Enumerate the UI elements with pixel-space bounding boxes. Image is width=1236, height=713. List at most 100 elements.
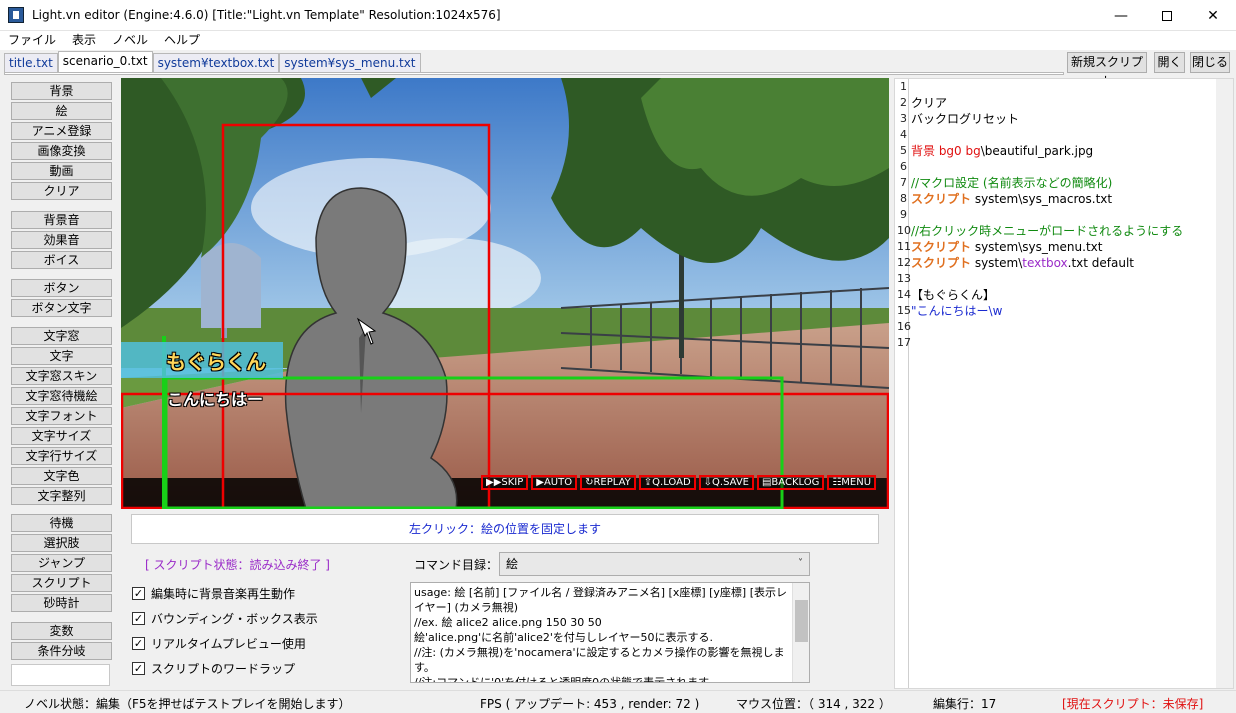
cmd-button-text[interactable]: ボタン文字 — [11, 299, 112, 317]
script-status: [ スクリプト状態：読み込み終了 ] — [145, 558, 330, 572]
code-keyword: 背景 bg0 bg — [911, 144, 981, 158]
cmd-picture[interactable]: 絵 — [11, 102, 112, 120]
cmd-video[interactable]: 動画 — [11, 162, 112, 180]
title-bar: Light.vn editor (Engine:4.6.0) [Title:"L… — [0, 0, 1236, 31]
cmd-voice[interactable]: ボイス — [11, 251, 112, 269]
usage-line: 絵'alice.png'に名前'alice2'を付与しレイヤー50に表示する. — [414, 631, 714, 644]
menu-help[interactable]: ヘルプ — [156, 31, 208, 50]
tab-title[interactable]: title.txt — [4, 53, 58, 73]
usage-scrollbar[interactable] — [792, 583, 809, 682]
cmd-textwindow-skin[interactable]: 文字窓スキン — [11, 367, 112, 385]
checkbox-label: 編集時に背景音楽再生動作 — [151, 587, 296, 601]
cmd-conditional[interactable]: 条件分岐 — [11, 642, 112, 660]
maximize-icon — [1162, 10, 1172, 21]
game-control-bar: ▶▶SKIP ▶AUTO ↻REPLAY ⇪Q.LOAD ⇩Q.SAVE ▤BA… — [481, 475, 877, 490]
close-script-button[interactable]: 閉じる — [1190, 52, 1230, 73]
new-script-button[interactable]: 新規スクリプト — [1067, 52, 1147, 88]
cmd-image-convert[interactable]: 画像変換 — [11, 142, 112, 160]
menu-file[interactable]: ファイル — [0, 31, 64, 50]
cmd-hourglass[interactable]: 砂時計 — [11, 594, 112, 612]
tab-system-textbox[interactable]: system¥textbox.txt — [152, 53, 280, 73]
menu-view[interactable]: 表示 — [64, 31, 104, 50]
line-number: 11 — [897, 240, 911, 253]
window-title: Light.vn editor (Engine:4.6.0) [Title:"L… — [32, 8, 501, 22]
maximize-button[interactable] — [1144, 0, 1190, 31]
usage-line: //ex. 絵 alice2 alice.png 150 30 50 — [414, 616, 602, 629]
cmd-variable[interactable]: 変数 — [11, 622, 112, 640]
command-list-select[interactable]: 絵 ˅ — [499, 552, 810, 576]
cmd-jump[interactable]: ジャンプ — [11, 554, 112, 572]
checkbox-check-icon: ✓ — [132, 637, 145, 650]
code-keyword: スクリプト — [911, 256, 972, 270]
code-text: system\sys_menu.txt — [971, 240, 1103, 254]
edit-line: 編集行：17 — [933, 697, 997, 711]
command-list-label: コマンド目録： — [414, 558, 499, 572]
quick-load-button[interactable]: ⇪Q.LOAD — [638, 475, 696, 490]
checkbox-check-icon: ✓ — [132, 662, 145, 675]
cmd-bgm[interactable]: 背景音 — [11, 211, 112, 229]
cmd-clear[interactable]: クリア — [11, 182, 112, 200]
hint-box: 左クリック：絵の位置を固定します — [131, 514, 879, 544]
minimize-button[interactable]: — — [1098, 0, 1144, 31]
cmd-text-line-size[interactable]: 文字行サイズ — [11, 447, 112, 465]
line-number: 4 — [900, 128, 907, 141]
checkbox-check-icon: ✓ — [132, 587, 145, 600]
code-line-2: クリア — [911, 96, 948, 110]
cmd-choice[interactable]: 選択肢 — [11, 534, 112, 552]
checkbox-realtime-preview[interactable]: ✓ リアルタイムプレビュー使用 — [132, 635, 306, 652]
menu-bar: ファイル 表示 ノベル ヘルプ — [0, 31, 1236, 50]
quick-save-button[interactable]: ⇩Q.SAVE — [698, 475, 754, 490]
dialog-text: こんにちはー — [167, 390, 264, 409]
line-number: 14 — [897, 288, 911, 301]
checkbox-word-wrap[interactable]: ✓ スクリプトのワードラップ — [132, 660, 295, 677]
cmd-script[interactable]: スクリプト — [11, 574, 112, 592]
cmd-text-size[interactable]: 文字サイズ — [11, 427, 112, 445]
tab-system-sys-menu[interactable]: system¥sys_menu.txt — [279, 53, 421, 73]
preview-canvas[interactable]: もぐらくん こんにちはー ▶▶SKIP ▶AUTO ↻REPLAY ⇪Q.LOA… — [121, 78, 889, 509]
code-text: \beautiful_park.jpg — [980, 144, 1094, 158]
replay-button[interactable]: ↻REPLAY — [580, 475, 636, 490]
tab-scenario-0[interactable]: scenario_0.txt — [57, 51, 153, 73]
command-selected-value: 絵 — [506, 557, 519, 571]
command-search-input[interactable] — [11, 664, 110, 686]
code-text: .txt default — [1067, 256, 1135, 270]
cmd-text-color[interactable]: 文字色 — [11, 467, 112, 485]
menu-button[interactable]: ☷MENU — [827, 475, 877, 490]
cmd-text-font[interactable]: 文字フォント — [11, 407, 112, 425]
cmd-textwindow[interactable]: 文字窓 — [11, 327, 112, 345]
usage-line: //注: (カメラ無視)を'nocamera'に設定するとカメラ操作の影響を無視… — [414, 646, 785, 674]
checkbox-bgm-while-editing[interactable]: ✓ 編集時に背景音楽再生動作 — [132, 585, 295, 602]
backlog-button[interactable]: ▤BACKLOG — [756, 475, 825, 490]
cmd-button[interactable]: ボタン — [11, 279, 112, 297]
checkbox-label: バウンディング・ボックス表示 — [151, 612, 318, 626]
close-icon: ✕ — [1207, 7, 1219, 24]
line-number: 7 — [900, 176, 907, 189]
open-button[interactable]: 開く — [1154, 52, 1185, 73]
usage-scroll-thumb[interactable] — [795, 600, 808, 642]
code-line-15: "こんにちはー\w — [911, 304, 1003, 318]
cmd-wait[interactable]: 待機 — [11, 514, 112, 532]
usage-line: usage: 絵 [名前] [ファイル名 / 登録済みアニメ名] [x座標] [… — [414, 586, 787, 614]
line-number: 12 — [897, 256, 911, 269]
skip-button[interactable]: ▶▶SKIP — [481, 475, 529, 490]
line-number: 2 — [900, 96, 907, 109]
cmd-textwindow-wait[interactable]: 文字窓待機絵 — [11, 387, 112, 405]
auto-button[interactable]: ▶AUTO — [531, 475, 578, 490]
command-usage-box[interactable]: usage: 絵 [名前] [ファイル名 / 登録済みアニメ名] [x座標] [… — [410, 582, 810, 683]
cmd-anime-register[interactable]: アニメ登録 — [11, 122, 112, 140]
editor-scrollbar[interactable] — [1216, 79, 1233, 688]
code-line-10: //右クリック時メニューがロードされるようにする — [911, 224, 1184, 238]
cmd-se[interactable]: 効果音 — [11, 231, 112, 249]
cmd-text-align[interactable]: 文字整列 — [11, 487, 112, 505]
code-text: system\sys_macros.txt — [971, 192, 1113, 206]
script-editor[interactable]: 1 2 3 4 5 6 7 8 9 10 11 12 13 14 15 16 1… — [894, 78, 1234, 689]
close-button[interactable]: ✕ — [1190, 0, 1236, 31]
cmd-background[interactable]: 背景 — [11, 82, 112, 100]
code-line-5: 背景 bg0 bg\beautiful_park.jpg — [911, 143, 1093, 159]
menu-novel[interactable]: ノベル — [104, 31, 156, 50]
code-line-12: スクリプト system\textbox.txt default — [911, 255, 1134, 271]
checkbox-bounding-box[interactable]: ✓ バウンディング・ボックス表示 — [132, 610, 318, 627]
cmd-text[interactable]: 文字 — [11, 347, 112, 365]
line-number: 15 — [897, 304, 911, 317]
code-line-8: スクリプト system\sys_macros.txt — [911, 191, 1112, 207]
